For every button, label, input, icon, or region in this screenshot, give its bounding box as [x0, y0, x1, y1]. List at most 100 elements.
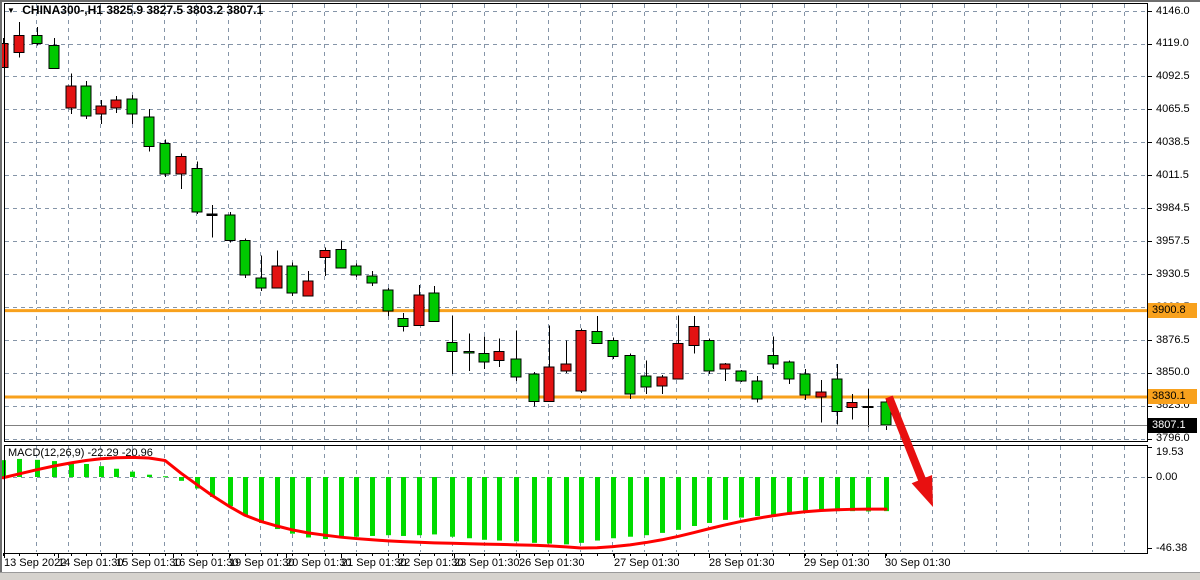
candle-body — [800, 374, 810, 395]
macd-panel-frame — [5, 446, 1148, 554]
candle-body — [336, 250, 346, 268]
macd-histogram-bar — [660, 477, 665, 533]
chart-window: 4146.04119.04092.54065.54038.54011.53984… — [0, 0, 1200, 580]
candle-body — [192, 169, 202, 212]
window-border-left — [0, 0, 2, 572]
macd-histogram-bar — [532, 477, 537, 543]
candle-body — [447, 343, 457, 352]
candle-body — [863, 406, 873, 407]
candle-body — [176, 157, 186, 174]
macd-histogram-bar — [866, 477, 871, 511]
macd-histogram-bar — [290, 477, 295, 534]
candle-body — [464, 352, 474, 353]
macd-histogram-bar — [147, 475, 152, 477]
candle-body — [736, 371, 746, 381]
macd-histogram-bar — [707, 477, 712, 523]
macd-histogram-bar — [354, 477, 359, 537]
macd-histogram-bar — [564, 477, 569, 544]
candle-body — [768, 356, 778, 364]
candle-body — [240, 240, 250, 274]
macd-histogram-bar — [739, 477, 744, 518]
candle-body — [576, 330, 586, 391]
candle-body — [544, 367, 554, 401]
candle-body — [287, 266, 297, 293]
macd-histogram-bar — [676, 477, 681, 530]
macd-histogram-bar — [771, 477, 776, 515]
macd-histogram-bar — [450, 477, 455, 537]
macd-histogram-bar — [370, 477, 375, 536]
macd-histogram-bar — [243, 477, 248, 515]
candle-body — [383, 290, 393, 311]
candle-body — [689, 326, 699, 345]
macd-histogram-bar — [755, 477, 760, 516]
candle-body — [816, 392, 826, 397]
macd-histogram-bar — [275, 477, 280, 529]
macd-histogram-bar — [787, 477, 792, 513]
macd-histogram-bar — [692, 477, 697, 526]
macd-histogram-bar — [52, 461, 57, 477]
candle-body — [494, 352, 504, 361]
macd-histogram-bar — [401, 477, 406, 536]
candle-body — [49, 45, 59, 68]
candle-body — [673, 344, 683, 379]
candle-body — [641, 376, 651, 387]
macd-histogram-bar — [514, 477, 519, 541]
macd-histogram-bar — [179, 477, 184, 481]
macd-histogram-bar — [850, 477, 855, 511]
macd-histogram-bar — [644, 477, 649, 535]
macd-histogram-bar — [467, 477, 472, 538]
candle-body — [429, 293, 439, 321]
macd-indicator-label: MACD(12,26,9) -22.29 -20.96 — [8, 447, 153, 459]
candle-body — [144, 117, 154, 146]
macd-histogram-bar — [228, 477, 233, 506]
candle-body — [256, 278, 266, 288]
candle-body — [207, 214, 217, 215]
macd-histogram-bar — [259, 477, 264, 523]
candle-body — [398, 318, 408, 326]
candle-body — [111, 100, 121, 108]
macd-histogram-bar — [579, 477, 584, 543]
macd-histogram-bar — [482, 477, 487, 540]
candle-body — [592, 332, 602, 344]
candle-body — [127, 99, 137, 114]
macd-histogram-bar — [306, 477, 311, 537]
macd-histogram-bar — [339, 477, 344, 538]
macd-histogram-bar — [803, 477, 808, 512]
candle-body — [657, 377, 667, 386]
trend-arrow-head[interactable] — [912, 475, 933, 507]
macd-histogram-bar — [819, 477, 824, 511]
macd-histogram-bar — [323, 477, 328, 539]
candle-body — [225, 215, 235, 240]
window-border-top — [0, 0, 1200, 2]
macd-histogram-bar — [99, 466, 104, 477]
macd-histogram-bar — [130, 472, 135, 477]
macd-histogram-bar — [628, 477, 633, 537]
macd-histogram-bar — [114, 469, 119, 477]
candle-body — [784, 362, 794, 379]
candle-body — [529, 374, 539, 401]
candle-body — [272, 266, 282, 288]
candle-body — [479, 354, 489, 362]
candle-body — [32, 35, 42, 43]
candle-body — [847, 402, 857, 407]
candle-body — [832, 379, 842, 411]
symbol-dropdown-icon[interactable]: ▼ — [7, 6, 15, 15]
candle-body — [752, 381, 762, 399]
chart-title: ▼ CHINA300-,H1 3825.9 3827.5 3803.2 3807… — [7, 3, 263, 17]
candle-body — [81, 86, 91, 116]
macd-histogram-bar — [595, 477, 600, 541]
candle-body — [625, 356, 635, 394]
candle-body — [511, 359, 521, 377]
macd-histogram-bar — [723, 477, 728, 520]
candle-body — [561, 364, 571, 371]
macd-histogram-bar — [386, 477, 391, 535]
ohlc-readout: 3825.9 3827.5 3803.2 3807.1 — [106, 3, 263, 17]
candle-body — [720, 364, 730, 369]
candle-body — [414, 295, 424, 325]
candle-body — [66, 86, 76, 108]
symbol-period-label: CHINA300-,H1 — [22, 3, 103, 17]
chart-canvas[interactable] — [0, 0, 1200, 580]
macd-histogram-bar — [884, 477, 889, 511]
window-bottom-strip — [0, 572, 1200, 580]
macd-histogram-bar — [497, 477, 502, 541]
